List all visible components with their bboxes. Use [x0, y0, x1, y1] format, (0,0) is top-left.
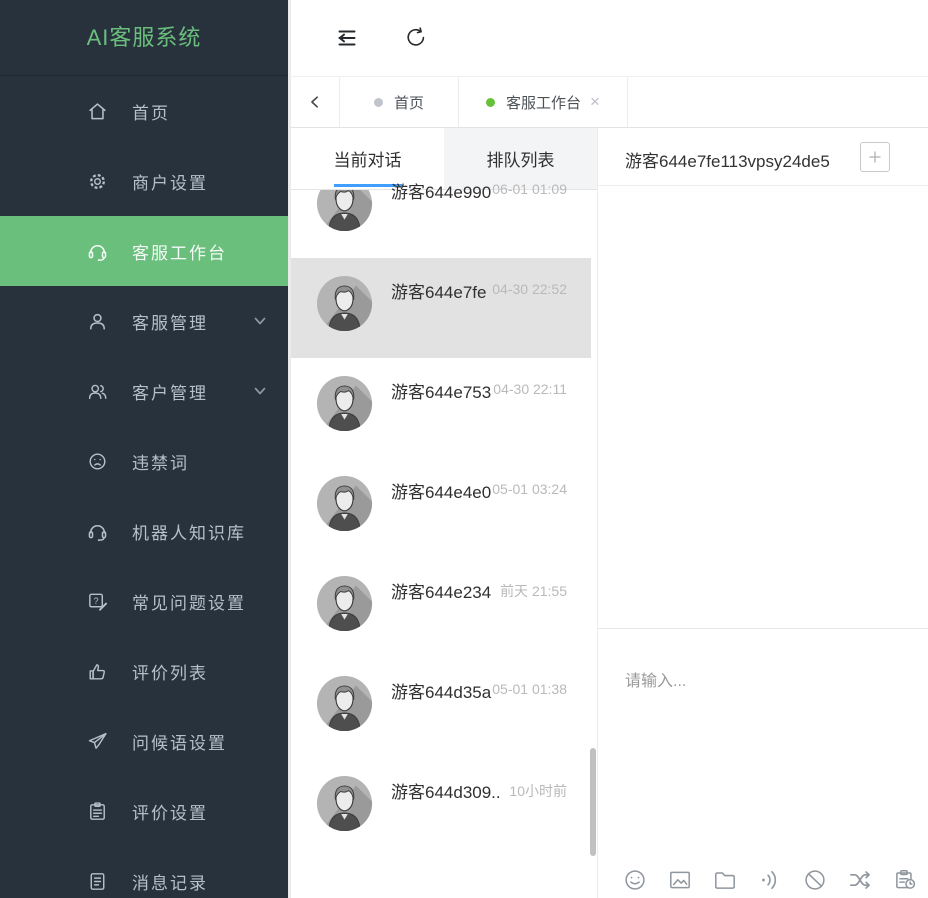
tabs-back-chevron-icon[interactable] — [291, 77, 340, 127]
visitor-avatar — [316, 375, 373, 432]
conversation-list: 游客644e990 06-01 01:09 游客644e7fe 04-30 22… — [291, 128, 591, 858]
conversation-list-panel: 游客644e990 06-01 01:09 游客644e7fe 04-30 22… — [291, 128, 598, 898]
workbench-workspace: 游客644e990 06-01 01:09 游客644e7fe 04-30 22… — [291, 128, 928, 898]
visitor-avatar — [316, 775, 373, 832]
list-item[interactable]: 游客644e234 前天 21:55 — [291, 558, 591, 658]
tab-home[interactable]: 首页 — [340, 77, 459, 127]
voice-icon[interactable] — [757, 867, 783, 893]
visitor-avatar — [316, 575, 373, 632]
list-scrollbar[interactable] — [590, 748, 596, 856]
last-message-time: 04-30 22:11 — [493, 381, 567, 397]
sidebar-fold-icon[interactable] — [335, 26, 359, 50]
list-item[interactable]: 游客644e7fe 04-30 22:52 — [291, 258, 591, 358]
sidebar: AI客服系统 首页 商户设置 客服工作台 客服管理 客户管理 违禁词 机器人知识… — [0, 0, 288, 898]
headset-icon — [86, 520, 109, 543]
chevron-down-icon — [252, 383, 268, 399]
list-item[interactable]: 游客644e753 04-30 22:11 — [291, 358, 591, 458]
visitor-avatar — [316, 275, 373, 332]
sidebar-item-review-list[interactable]: 评价列表 — [0, 636, 288, 706]
folder-icon[interactable] — [712, 867, 738, 893]
home-icon — [86, 100, 109, 123]
visitor-name-short: 游客644e990 — [391, 178, 491, 203]
sad-face-icon — [86, 450, 109, 473]
visitor-name-short: 游客644e234 — [391, 578, 491, 603]
sidebar-item-greeting-settings[interactable]: 问候语设置 — [0, 706, 288, 776]
sidebar-item-robot-knowledge[interactable]: 机器人知识库 — [0, 496, 288, 566]
sidebar-item-banned-words[interactable]: 违禁词 — [0, 426, 288, 496]
plus-icon — [867, 149, 883, 165]
smiley-icon[interactable] — [622, 867, 648, 893]
image-icon[interactable] — [667, 867, 693, 893]
close-tab-icon[interactable]: × — [590, 92, 600, 112]
input-toolbar — [622, 867, 918, 893]
sidebar-item-merchant-settings[interactable]: 商户设置 — [0, 146, 288, 216]
message-area — [598, 186, 928, 628]
input-placeholder: 请输入... — [625, 667, 686, 691]
main-area: 首页 客服工作台 × 游客644e990 06-01 01:09 游客644e7… — [288, 0, 928, 898]
visitor-name-short: 游客644e7fe — [391, 278, 486, 303]
sidebar-item-home[interactable]: 首页 — [0, 76, 288, 146]
tab-status-dot — [374, 98, 383, 107]
last-message-time: 前天 21:55 — [500, 581, 567, 601]
visitor-name-short: 游客644e753 — [391, 378, 491, 403]
add-session-button[interactable] — [860, 142, 890, 172]
sidebar-item-workbench[interactable]: 客服工作台 — [0, 216, 288, 286]
tab-workbench[interactable]: 客服工作台 × — [459, 77, 628, 127]
tab-status-dot — [486, 98, 495, 107]
topbar — [291, 0, 928, 77]
tab-label: 客服工作台 — [506, 92, 581, 113]
page-tabs-bar: 首页 客服工作台 × — [291, 77, 928, 128]
send-icon — [86, 730, 109, 753]
sidebar-item-review-settings[interactable]: 评价设置 — [0, 776, 288, 846]
last-message-time: 04-30 22:52 — [492, 281, 567, 297]
clipboard-icon — [86, 800, 109, 823]
sidebar-item-customer-management[interactable]: 客户管理 — [0, 356, 288, 426]
block-icon[interactable] — [802, 867, 828, 893]
last-message-time: 06-01 01:09 — [492, 181, 567, 197]
sidebar-item-faq-settings[interactable]: 常见问题设置 — [0, 566, 288, 636]
sidebar-item-message-log[interactable]: 消息记录 — [0, 846, 288, 898]
thumbs-up-icon — [86, 660, 109, 683]
headset-icon — [86, 240, 109, 263]
visitor-name-short: 游客644d35a — [391, 678, 491, 703]
visitor-name-short: 游客644e4e0 — [391, 478, 491, 503]
tab-label: 首页 — [394, 92, 424, 113]
visitor-avatar — [316, 675, 373, 732]
visitor-avatar — [316, 475, 373, 532]
faq-icon — [86, 590, 109, 613]
users-icon — [86, 380, 109, 403]
refresh-icon[interactable] — [404, 26, 428, 50]
visitor-name: 游客644e7fe113vpsy24de5 — [625, 147, 830, 172]
last-message-time: 10小时前 — [509, 781, 567, 801]
message-input[interactable]: 请输入... — [598, 628, 928, 898]
chevron-down-icon — [252, 313, 268, 329]
app-title: AI客服系统 — [0, 0, 288, 76]
shuffle-icon[interactable] — [847, 867, 873, 893]
record-icon[interactable] — [892, 867, 918, 893]
chat-panel: 游客644e7fe113vpsy24de5 请输入... — [598, 128, 928, 898]
list-item[interactable]: 游客644e4e0 05-01 03:24 — [291, 458, 591, 558]
user-icon — [86, 310, 109, 333]
list-item[interactable]: 游客644d35a 05-01 01:38 — [291, 658, 591, 758]
gear-icon — [86, 170, 109, 193]
visitor-name-short: 游客644d309.. — [391, 778, 501, 803]
chat-header: 游客644e7fe113vpsy24de5 — [598, 128, 928, 186]
list-item[interactable]: 游客644d309.. 10小时前 — [291, 758, 591, 858]
message-icon — [86, 870, 109, 893]
last-message-time: 05-01 03:24 — [492, 481, 567, 497]
sidebar-item-agent-management[interactable]: 客服管理 — [0, 286, 288, 356]
sidebar-nav: 首页 商户设置 客服工作台 客服管理 客户管理 违禁词 机器人知识库 常见问题 — [0, 76, 288, 898]
last-message-time: 05-01 01:38 — [492, 681, 567, 697]
